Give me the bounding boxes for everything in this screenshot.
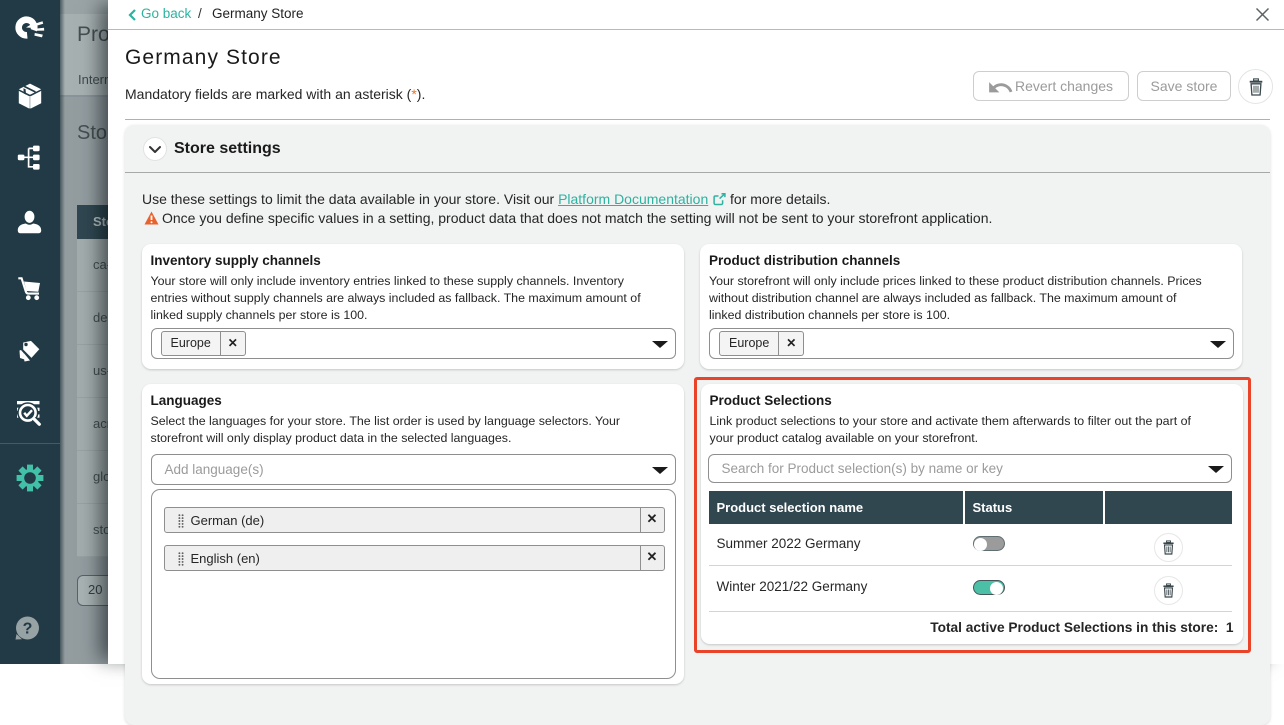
svg-text:?: ? bbox=[23, 621, 33, 638]
